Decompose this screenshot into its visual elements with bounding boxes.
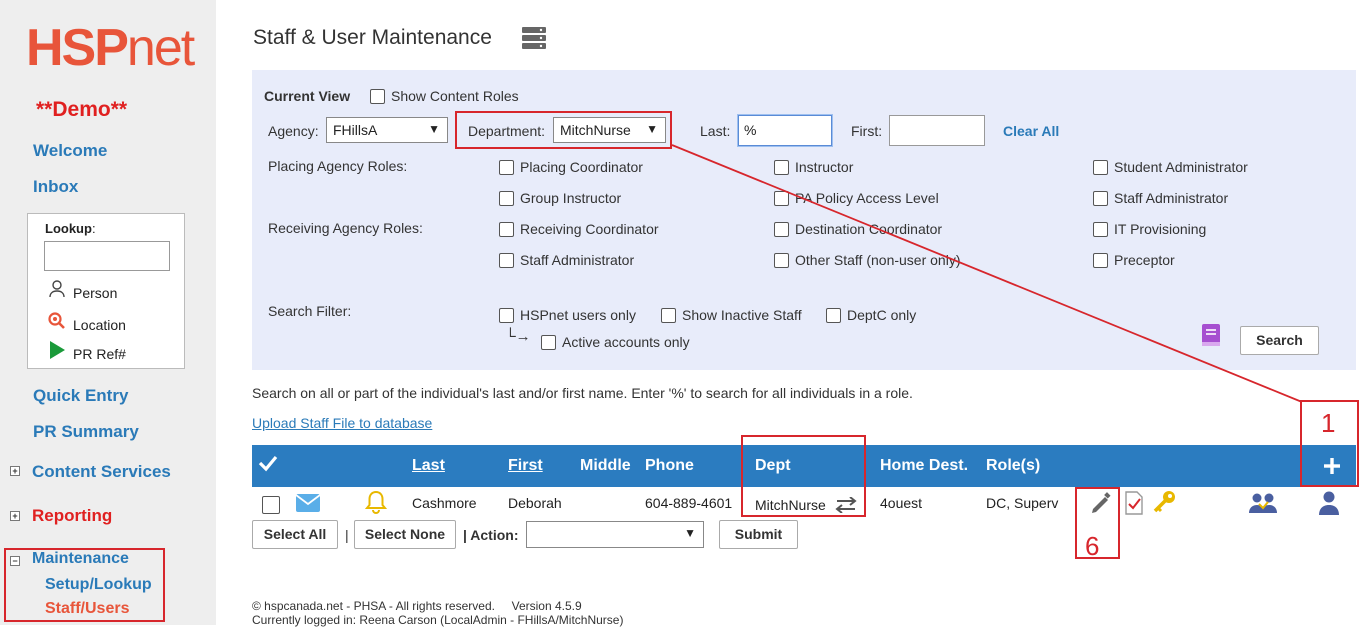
footer-copyright: © hspcanada.net - PHSA - All rights rese… (252, 599, 582, 613)
annotation-connector-line (671, 144, 1303, 403)
